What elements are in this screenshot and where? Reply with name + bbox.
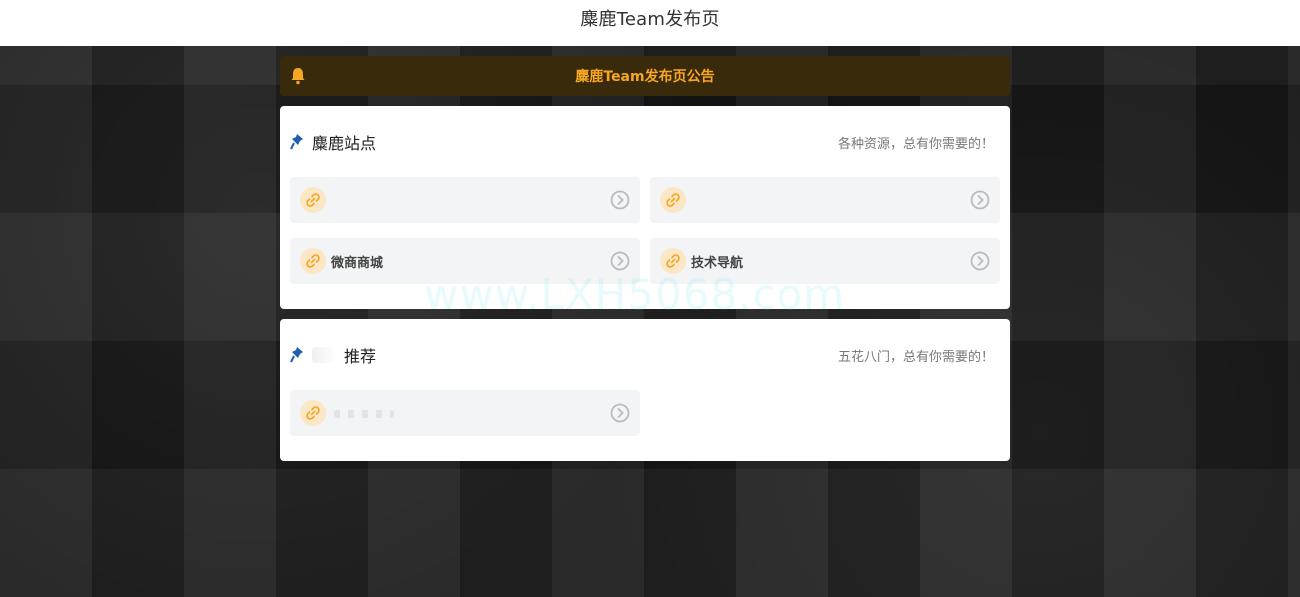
section-subtitle: 五花八门，总有你需要的！ — [837, 349, 994, 365]
site-section: 麋鹿站点 各种资源，总有你需要的！ 微商商城 技术导航 — [280, 106, 1010, 309]
page-title: 麋鹿Team发布页 — [580, 9, 720, 30]
section-subtitle: 各种资源，总有你需要的！ — [837, 136, 994, 152]
chevron-right-icon — [970, 251, 990, 271]
chevron-right-icon — [610, 403, 630, 423]
pin-icon — [290, 134, 303, 150]
announcement-bar[interactable]: 麋鹿Team发布页公告 — [280, 56, 1010, 96]
link-item[interactable]: 微商商城 — [290, 238, 640, 284]
link-icon — [300, 400, 326, 426]
link-label: 微商商城 — [331, 256, 384, 271]
section-title: 推荐 — [344, 347, 377, 366]
link-label: 技术导航 — [691, 256, 744, 271]
link-icon — [660, 248, 686, 274]
chevron-right-icon — [970, 190, 990, 210]
section-title-wrap: 麋鹿站点 — [290, 130, 376, 154]
chevron-right-icon — [610, 251, 630, 271]
recommend-section: 推荐 五花八门，总有你需要的！ — [280, 319, 1010, 461]
bell-icon — [291, 68, 305, 85]
section-title-wrap: 推荐 — [290, 343, 376, 367]
link-icon — [300, 187, 326, 213]
announcement-text: 麋鹿Team发布页公告 — [575, 69, 715, 85]
section-header: 麋鹿站点 各种资源，总有你需要的！ — [290, 130, 994, 154]
section-title: 麋鹿站点 — [312, 134, 377, 153]
section-header: 推荐 五花八门，总有你需要的！ — [290, 343, 994, 367]
blurred-text — [312, 347, 334, 363]
link-icon — [660, 187, 686, 213]
blurred-text — [334, 410, 394, 418]
pin-icon — [290, 347, 303, 363]
page-header: 麋鹿Team发布页 — [0, 0, 1300, 46]
chevron-right-icon — [610, 190, 630, 210]
link-icon — [300, 248, 326, 274]
link-item[interactable] — [290, 390, 640, 436]
link-item[interactable] — [650, 177, 1000, 223]
link-item[interactable] — [290, 177, 640, 223]
link-item[interactable]: 技术导航 — [650, 238, 1000, 284]
